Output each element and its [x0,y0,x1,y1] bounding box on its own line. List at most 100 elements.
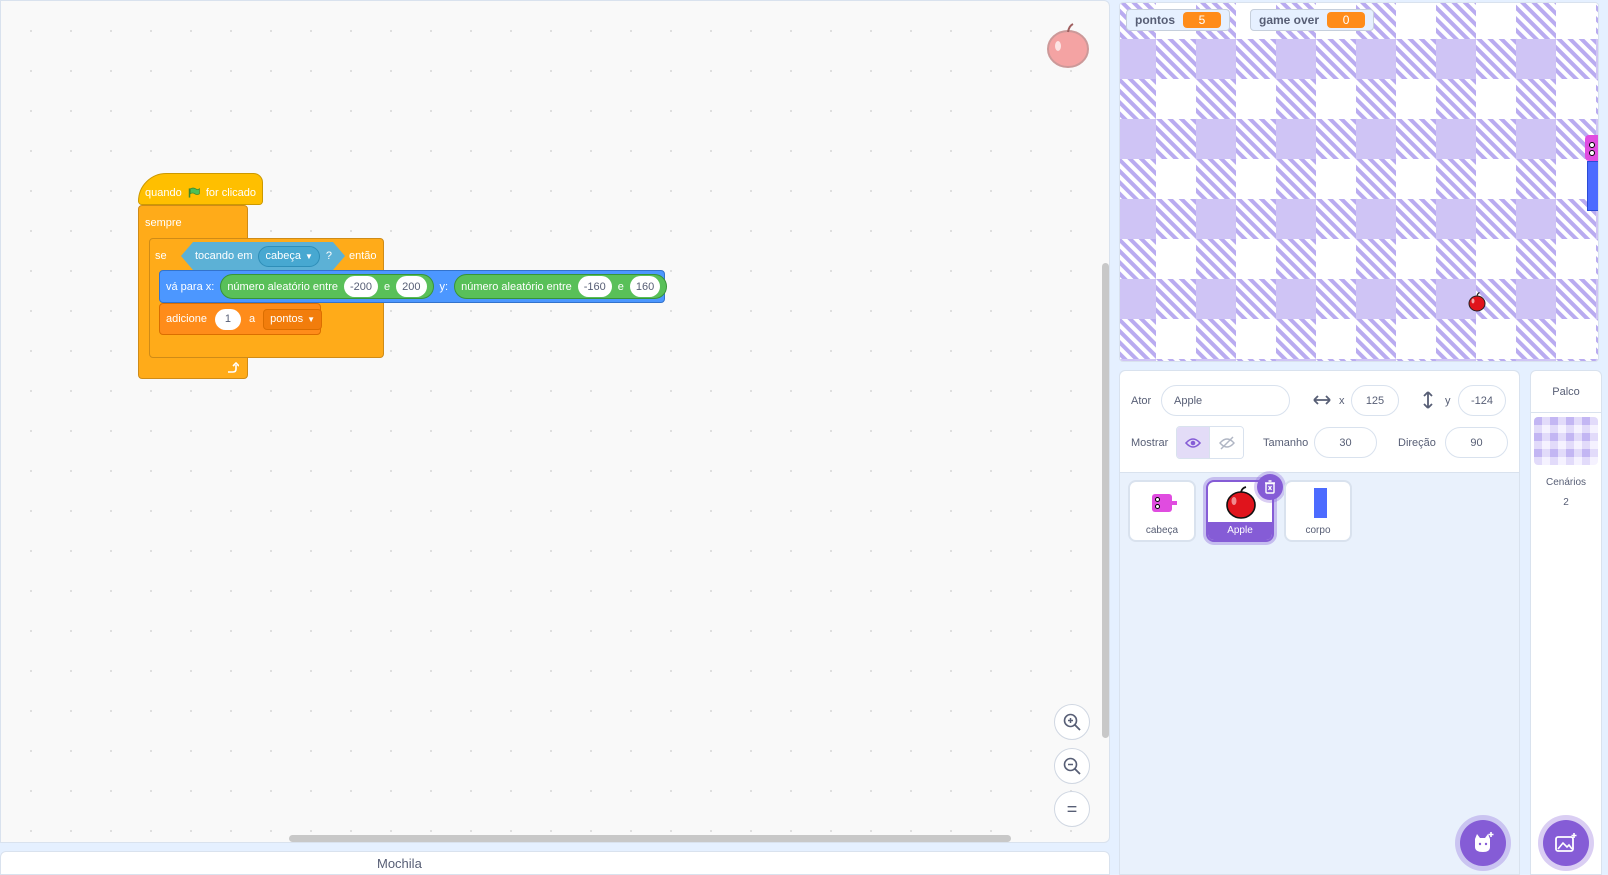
zoom-reset-button[interactable]: = [1054,791,1090,827]
sprite-tile-name: cabeça [1145,525,1179,536]
image-add-icon [1555,833,1577,852]
x-label: x [1339,395,1345,407]
body-sprite[interactable] [1587,161,1598,211]
if-label: se [155,250,167,262]
apple-sprite[interactable] [1467,292,1487,312]
eye-icon [1589,142,1595,148]
variable-dropdown-value: pontos [270,313,304,325]
show-label: Mostrar [1131,437,1169,449]
backdrop-thumbnail[interactable] [1534,417,1598,465]
stage-pane-header: Palco [1531,371,1601,413]
head-thumbnail-icon [1152,494,1177,512]
backdrop-checker-icon [1534,417,1598,465]
size-value: 30 [1339,436,1352,449]
zoom-in-icon [1063,713,1081,731]
horizontal-scrollbar[interactable] [289,835,1011,842]
zoom-in-button[interactable] [1054,704,1090,740]
random-x-to-input[interactable]: 200 [396,276,427,297]
stage-target-pane[interactable]: Palco Cenários 2 [1530,370,1602,875]
size-field[interactable]: 30 [1314,427,1377,458]
zoom-out-icon [1063,757,1081,775]
choose-backdrop-button[interactable] [1543,820,1589,866]
then-wrap: então [349,245,377,267]
change-variable-block[interactable]: adicione 1 a pontos ▼ [159,303,323,335]
when-flag-clicked-block[interactable]: quando for clicado [138,173,263,205]
backpack-bar[interactable]: Mochila [0,851,1110,875]
y-value: -124 [1470,394,1494,407]
visibility-toggle [1176,426,1244,459]
sprite-tile-name: Apple [1208,522,1272,540]
stage-pane-title: Palco [1552,385,1580,398]
size-label: Tamanho [1263,437,1309,449]
body-thumbnail-icon [1314,488,1327,518]
eye-icon [1589,150,1595,156]
sprite-tile-corpo[interactable]: corpo [1284,480,1352,542]
zoom-reset-icon: = [1066,798,1078,819]
random-x-reporter[interactable]: número aleatório entre -200 e 200 [220,274,434,299]
monitor-pontos-label: pontos [1135,13,1175,27]
change-amount-input[interactable]: 1 [214,308,241,330]
eye-icon [1185,437,1201,448]
random-y-and: e [617,280,624,293]
delete-sprite-button[interactable] [1257,474,1283,500]
sprite-name-value: Apple [1174,394,1203,407]
x-value: 125 [1365,394,1385,407]
forever-label: sempre [145,217,182,229]
sprite-tile-name: corpo [1305,525,1331,536]
trash-icon [1265,480,1275,494]
direction-label: Direção [1398,437,1436,449]
sprite-name-label: Ator [1131,395,1152,407]
hat-prefix: quando [145,187,182,199]
choose-sprite-button[interactable] [1460,820,1506,866]
hide-button[interactable] [1210,427,1243,458]
question-mark: ? [325,250,333,262]
monitor-game-over[interactable]: game over 0 [1250,9,1375,31]
then-label: então [349,250,377,262]
random-y-label: número aleatório entre [461,280,572,293]
code-workspace[interactable]: quando for clicado sempre se tocando em … [0,0,1110,843]
show-button[interactable] [1177,427,1211,458]
x-field[interactable]: 125 [1351,385,1399,416]
horizontal-arrows-icon [1313,395,1331,405]
touching-target-dropdown[interactable]: cabeça ▼ [258,246,319,267]
monitor-pontos[interactable]: pontos 5 [1126,9,1230,31]
direction-value: 90 [1470,436,1483,449]
random-y-from-input[interactable]: -160 [577,276,612,297]
vertical-arrows-icon [1423,391,1433,409]
cat-add-icon [1475,832,1494,852]
scratch-editor: quando for clicado sempre se tocando em … [0,0,1608,875]
vertical-scrollbar[interactable] [1102,263,1109,738]
y-field[interactable]: -124 [1458,385,1506,416]
random-x-and: e [384,280,391,293]
goto-label: vá para x: [166,280,215,293]
direction-field[interactable]: 90 [1445,427,1508,458]
monitor-game-over-label: game over [1259,13,1320,27]
random-x-label: número aleatório entre [227,280,338,293]
if-header: se [155,245,167,267]
random-x-from-input[interactable]: -200 [344,276,379,297]
touching-target-value: cabeça [265,250,301,262]
backpack-label: Mochila [377,855,422,871]
random-y-reporter[interactable]: número aleatório entre -160 e 160 [454,274,668,299]
backdrops-label: Cenários [1545,477,1587,488]
touching-block[interactable]: tocando em cabeça ▼ ? [181,242,345,270]
variable-dropdown[interactable]: pontos ▼ [263,308,323,330]
random-y-to-input[interactable]: 160 [629,276,661,297]
apple-thumbnail-icon [1226,486,1256,519]
sprite-name-field[interactable]: Apple [1161,385,1290,416]
goto-y-label: y: [439,280,449,293]
change-label: adicione [166,313,207,325]
stage-canvas[interactable]: pontos 5 game over 0 [1119,2,1599,362]
y-label: y [1445,395,1451,407]
change-to-label: a [248,313,256,325]
loop-arrow-icon [228,361,239,373]
sprite-tile-cabeca[interactable]: cabeça [1128,480,1196,542]
monitor-game-over-value: 0 [1327,12,1366,28]
backdrops-count: 2 [1563,497,1569,508]
chevron-down-icon: ▼ [304,251,313,261]
go-to-xy-block[interactable]: vá para x: número aleatório entre -200 e… [159,270,668,303]
head-sprite[interactable] [1585,135,1598,161]
sprite-pane: Ator Apple x 125 y -124 Mostrar Tamanho … [1119,370,1520,875]
zoom-out-button[interactable] [1054,748,1090,784]
current-sprite-apple-icon [1047,23,1089,68]
